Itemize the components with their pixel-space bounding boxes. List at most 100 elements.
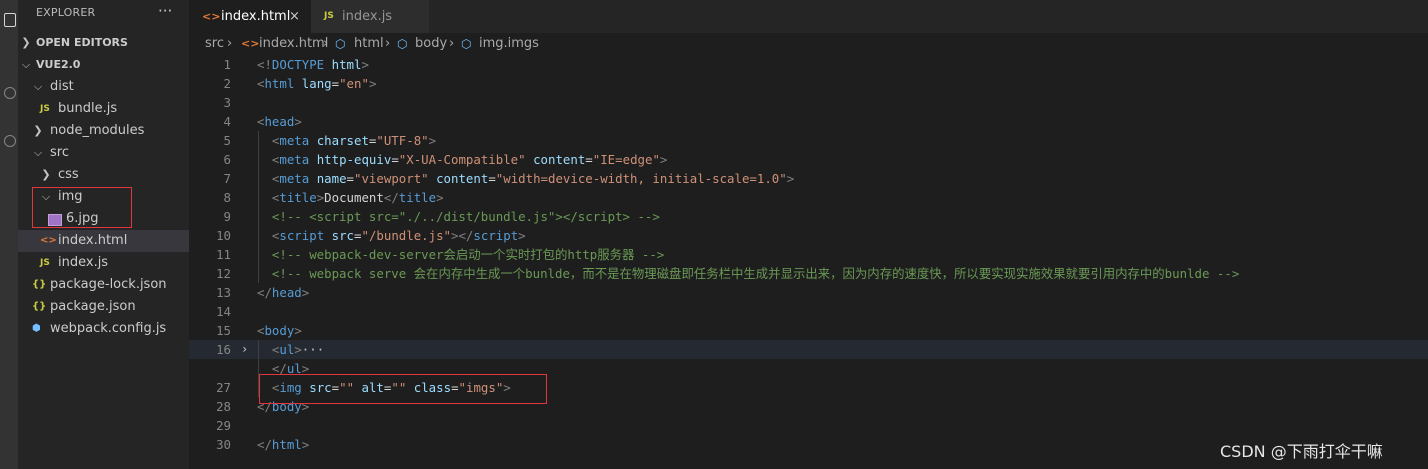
tree-item-package-json[interactable]: {} package.json [18, 296, 189, 318]
line-number: 13 [216, 285, 231, 300]
code-line[interactable]: 12 <!-- webpack serve 会在内存中生成一个bunlde，而不… [189, 264, 1428, 283]
explorer-header: EXPLORER [36, 6, 96, 19]
code-text: <title>Document</title> [271, 190, 444, 205]
tree-item-label: index.js [58, 255, 109, 270]
code-text: <!-- webpack serve 会在内存中生成一个bunlde，而不是在物… [271, 266, 1240, 281]
tab-index-html[interactable]: <> index.html × [189, 0, 311, 33]
line-number: 1 [223, 57, 231, 72]
tab-index-js[interactable]: JS index.js [311, 0, 429, 33]
open-editors-section[interactable]: ❯ OPEN EDITORS [18, 32, 189, 54]
line-number: 11 [216, 247, 231, 262]
project-label: VUE2.0 [36, 58, 81, 71]
line-number: 14 [216, 304, 231, 319]
explorer-icon[interactable] [0, 8, 18, 32]
chevron-down-icon: ⌵ [21, 58, 31, 71]
line-number: 6 [223, 152, 231, 167]
line-number: 4 [223, 114, 231, 129]
code-text: <head> [257, 114, 302, 129]
code-line[interactable]: 29 [189, 416, 1428, 435]
code-text: <meta http-equiv="X-UA-Compatible" conte… [271, 152, 668, 167]
code-line[interactable]: 14 [189, 302, 1428, 321]
code-line[interactable]: 4 <head> [189, 112, 1428, 131]
search-icon[interactable] [0, 82, 18, 106]
tree-item-index-js[interactable]: JS index.js [18, 252, 189, 274]
code-line[interactable]: 11 <!-- webpack-dev-server会启动一个实时打包的http… [189, 245, 1428, 264]
chevron-right-icon: ❯ [33, 124, 43, 137]
html-file-icon: <> [40, 235, 57, 246]
code-line[interactable]: 15 <body> [189, 321, 1428, 340]
js-file-icon: JS [324, 11, 334, 21]
tree-item-bundle-js[interactable]: JS bundle.js [18, 98, 189, 120]
line-number: 27 [216, 380, 231, 395]
code-line[interactable]: 13 </head> [189, 283, 1428, 302]
code-line[interactable]: 16 › <ul>··· [189, 340, 1428, 359]
code-line[interactable]: 8 <title>Document</title> [189, 188, 1428, 207]
breadcrumb-html[interactable]: html [354, 33, 384, 55]
annotation-box-img-folder [32, 187, 132, 228]
code-line[interactable]: 3 [189, 93, 1428, 112]
breadcrumb-body[interactable]: body [415, 33, 447, 55]
code-text: </html> [257, 437, 310, 452]
code-editor[interactable]: 1 <!DOCTYPE html> 2 <html lang="en"> 3 4 <head… [189, 55, 1428, 469]
indent-guide [258, 131, 259, 150]
line-number: 10 [216, 228, 231, 243]
line-number: 8 [223, 190, 231, 205]
webpack-icon: ⬢ [32, 323, 41, 334]
code-line[interactable]: 6 <meta http-equiv="X-UA-Compatible" con… [189, 150, 1428, 169]
tree-item-webpack-config-js[interactable]: ⬢ webpack.config.js [18, 318, 189, 340]
project-section[interactable]: ⌵ VUE2.0 [18, 54, 189, 76]
tree-item-label: node_modules [50, 123, 145, 138]
code-line[interactable]: 9 <!-- <script src="./../dist/bundle.js"… [189, 207, 1428, 226]
breadcrumb-img-imgs[interactable]: img.imgs [479, 33, 539, 55]
line-number: 7 [223, 171, 231, 186]
tree-item-node-modules[interactable]: ❯ node_modules [18, 120, 189, 142]
indent-guide [258, 340, 259, 359]
breadcrumb-index-html[interactable]: index.html [259, 33, 328, 55]
open-editors-label: OPEN EDITORS [36, 36, 128, 49]
chevron-right-icon: ❯ [41, 168, 51, 181]
activity-bar [0, 0, 18, 469]
json-file-icon: {} [32, 279, 47, 290]
code-line[interactable]: 2 <html lang="en"> [189, 74, 1428, 93]
line-number: 5 [223, 133, 231, 148]
tree-item-label: package-lock.json [50, 277, 167, 292]
annotation-box-img-line [259, 374, 547, 404]
breadcrumb-separator: › [323, 36, 329, 51]
tab-label: index.html [221, 9, 291, 24]
chevron-down-icon: ⌵ [33, 80, 43, 93]
close-icon[interactable]: × [289, 0, 300, 33]
code-text: <!DOCTYPE html> [257, 57, 369, 72]
breadcrumb-separator: › [385, 36, 391, 51]
line-number: 28 [216, 399, 231, 414]
code-text: <script src="/bundle.js"></script> [271, 228, 526, 243]
tab-bar: <> index.html × JS index.js [189, 0, 1428, 33]
breadcrumb-src[interactable]: src [205, 33, 224, 55]
code-text: <meta charset="UTF-8"> [271, 133, 437, 148]
code-text: </head> [257, 285, 310, 300]
indent-guide [258, 150, 259, 169]
tree-item-dist[interactable]: ⌵ dist [18, 76, 189, 98]
fold-chevron-icon[interactable]: › [241, 340, 248, 359]
code-line[interactable]: 1 <!DOCTYPE html> [189, 55, 1428, 74]
tree-item-src[interactable]: ⌵ src [18, 142, 189, 164]
tree-item-css[interactable]: ❯ css [18, 164, 189, 186]
more-actions-icon[interactable]: ··· [158, 2, 172, 20]
source-control-icon[interactable] [0, 130, 18, 154]
tree-item-label: index.html [58, 233, 128, 248]
line-number: 9 [223, 209, 231, 224]
code-text: <meta name="viewport" content="width=dev… [271, 171, 795, 186]
code-line[interactable]: 10 <script src="/bundle.js"></script> [189, 226, 1428, 245]
tree-item-label: bundle.js [58, 101, 118, 116]
breadcrumb-separator: › [449, 36, 455, 51]
code-line[interactable]: 5 <meta charset="UTF-8"> [189, 131, 1428, 150]
html-file-icon: <> [202, 10, 221, 23]
tree-item-label: webpack.config.js [50, 321, 167, 336]
indent-guide [258, 226, 259, 245]
html-file-icon: <> [241, 37, 260, 50]
indent-guide [258, 264, 259, 283]
tree-item-label: css [58, 167, 79, 182]
tree-item-index-html[interactable]: <> index.html [18, 230, 189, 252]
code-text: <html lang="en"> [257, 76, 377, 91]
code-line[interactable]: 7 <meta name="viewport" content="width=d… [189, 169, 1428, 188]
tree-item-package-lock-json[interactable]: {} package-lock.json [18, 274, 189, 296]
